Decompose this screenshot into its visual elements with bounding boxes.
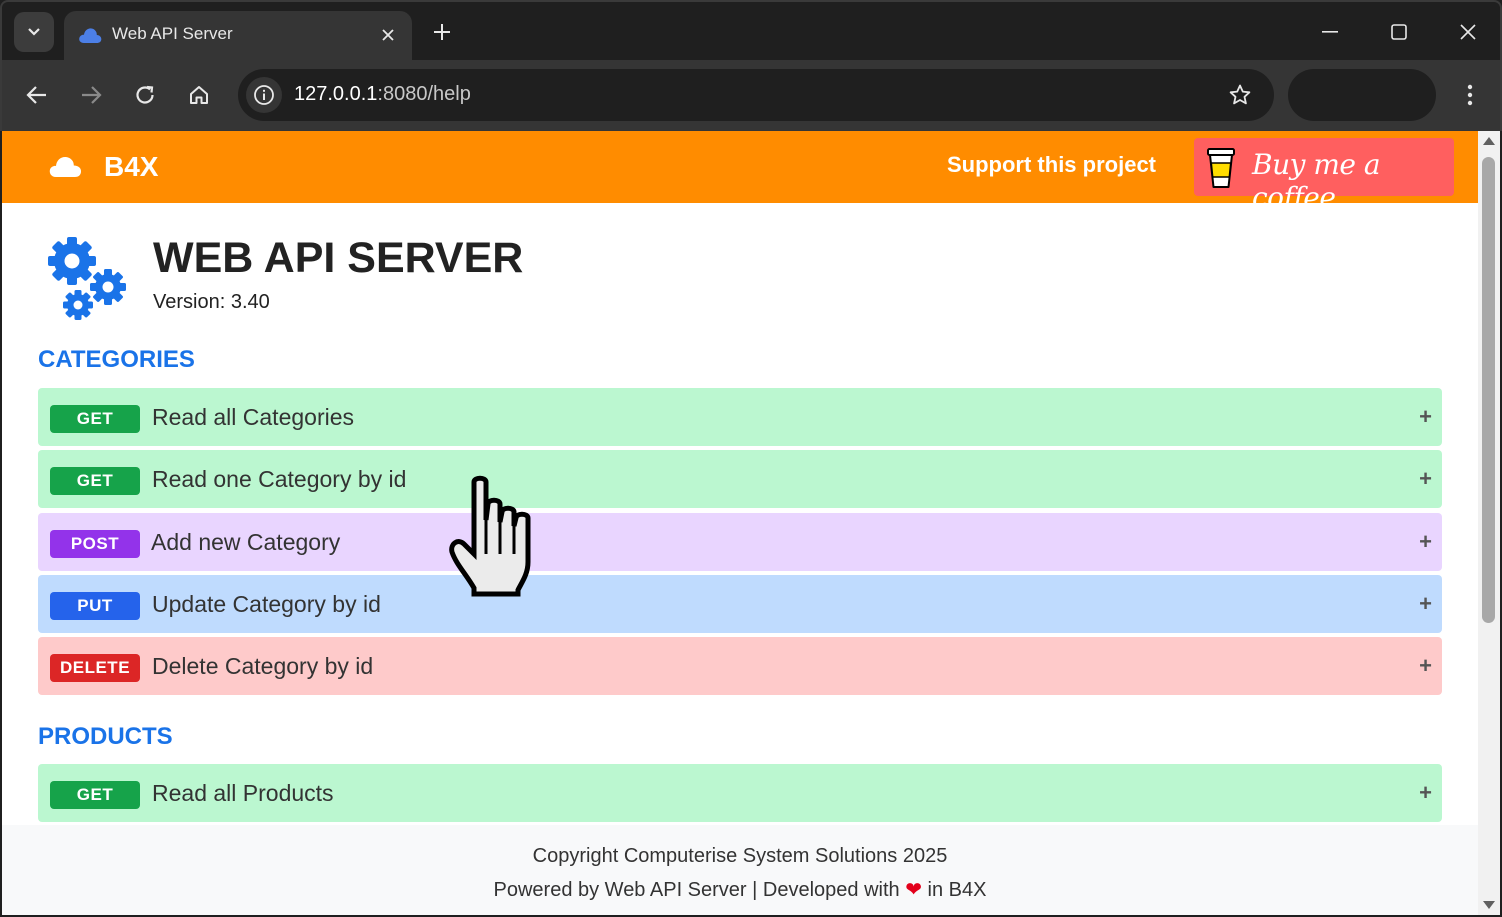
- chevron-down-icon: [28, 28, 40, 36]
- footer-powered-suffix: in B4X: [927, 879, 987, 901]
- expand-icon[interactable]: +: [1419, 780, 1432, 806]
- expand-icon[interactable]: +: [1419, 653, 1432, 679]
- reload-button[interactable]: [126, 76, 164, 114]
- footer-powered-prefix: Powered by Web API Server | Developed wi…: [493, 879, 900, 901]
- section-heading-categories: CATEGORIES: [38, 346, 195, 373]
- page-footer: Copyright Computerise System Solutions 2…: [2, 825, 1478, 915]
- star-icon: [1229, 84, 1251, 105]
- method-badge: GET: [50, 405, 140, 433]
- endpoint-label: Update Category by id: [152, 591, 381, 617]
- close-icon: [1460, 24, 1476, 40]
- more-vertical-icon: [1467, 84, 1473, 106]
- section-heading-products: PRODUCTS: [38, 723, 173, 750]
- page-scrollbar[interactable]: [1478, 131, 1500, 915]
- scroll-down-arrow-icon[interactable]: [1483, 901, 1495, 909]
- tab-close-button[interactable]: [376, 23, 400, 47]
- version-line: Version: 3.40: [153, 291, 270, 314]
- gears-logo-icon: [48, 237, 126, 320]
- back-button[interactable]: [18, 76, 56, 114]
- arrow-left-icon: [26, 86, 46, 104]
- address-bar[interactable]: 127.0.0.1:8080/help: [238, 69, 1274, 121]
- version-value: 3.40: [230, 291, 270, 313]
- plus-icon: [434, 24, 450, 40]
- buy-me-a-coffee-button[interactable]: Buy me a coffee: [1194, 138, 1454, 214]
- endpoint-label: Delete Category by id: [152, 653, 374, 679]
- profile-button[interactable]: [1288, 69, 1436, 121]
- hand-pointer-cursor-icon: [449, 475, 531, 597]
- home-button[interactable]: [180, 76, 218, 114]
- endpoint-read-one-category[interactable]: GET Read one Category by id +: [38, 450, 1442, 508]
- site-header: B4X Support this project Buy me a coffee: [2, 131, 1478, 214]
- heart-icon: ❤: [905, 879, 922, 901]
- url-host: 127.0.0.1: [294, 83, 378, 105]
- support-project-text: Support this project: [947, 152, 1156, 177]
- cloud-icon: [79, 28, 102, 43]
- endpoint-read-all-products[interactable]: GET Read all Products +: [38, 764, 1442, 822]
- close-window-button[interactable]: [1448, 14, 1488, 50]
- endpoint-label: Read all Products: [152, 780, 334, 806]
- expand-icon[interactable]: +: [1419, 404, 1432, 430]
- method-badge: POST: [50, 530, 140, 558]
- endpoint-add-new-category[interactable]: POST Add new Category +: [38, 513, 1442, 571]
- cloud-icon: [49, 156, 82, 177]
- expand-icon[interactable]: +: [1419, 591, 1432, 617]
- info-icon: [254, 85, 274, 105]
- brand-name[interactable]: B4X: [104, 151, 158, 183]
- page-title: WEB API SERVER: [153, 234, 524, 282]
- site-info-button[interactable]: [246, 77, 282, 113]
- reload-icon: [136, 85, 154, 104]
- forward-button[interactable]: [72, 76, 110, 114]
- buy-me-a-coffee-label: Buy me a coffee: [1252, 148, 1381, 214]
- version-label: Version:: [153, 291, 226, 313]
- page-viewport: B4X Support this project Buy me a coffee: [2, 131, 1478, 915]
- close-icon: [382, 29, 394, 41]
- new-tab-button[interactable]: [426, 16, 458, 48]
- footer-copyright: Copyright Computerise System Solutions 2…: [532, 845, 948, 867]
- coffee-cup-icon: [1207, 148, 1235, 188]
- tab-title: Web API Server: [112, 24, 233, 43]
- url-text: 127.0.0.1:8080/help: [294, 83, 471, 106]
- browser-tab[interactable]: Web API Server: [64, 11, 412, 62]
- url-path: :8080/help: [377, 83, 471, 105]
- endpoint-label: Read all Categories: [152, 404, 355, 430]
- tab-search-button[interactable]: [14, 12, 54, 52]
- method-badge: PUT: [50, 592, 140, 620]
- maximize-icon: [1391, 24, 1407, 40]
- method-badge: GET: [50, 781, 140, 809]
- minimize-button[interactable]: [1310, 14, 1350, 50]
- footer-powered-by: Powered by Web API Server | Developed wi…: [2, 877, 1478, 902]
- endpoint-delete-category[interactable]: DELETE Delete Category by id +: [38, 637, 1442, 695]
- endpoint-update-category[interactable]: PUT Update Category by id +: [38, 575, 1442, 633]
- home-icon: [190, 86, 208, 104]
- browser-toolbar: 127.0.0.1:8080/help: [0, 60, 1502, 131]
- expand-icon[interactable]: +: [1419, 466, 1432, 492]
- minimize-icon: [1322, 31, 1338, 33]
- method-badge: DELETE: [50, 654, 140, 682]
- browser-menu-button[interactable]: [1452, 76, 1488, 114]
- method-badge: GET: [50, 467, 140, 495]
- browser-tab-bar: Web API Server: [0, 0, 1502, 62]
- expand-icon[interactable]: +: [1419, 529, 1432, 555]
- endpoint-read-all-categories[interactable]: GET Read all Categories +: [38, 388, 1442, 446]
- maximize-button[interactable]: [1379, 14, 1419, 50]
- scroll-up-arrow-icon[interactable]: [1483, 137, 1495, 145]
- scrollbar-thumb[interactable]: [1482, 157, 1495, 623]
- bookmark-button[interactable]: [1226, 81, 1254, 109]
- arrow-right-icon: [82, 86, 102, 104]
- endpoint-label: Add new Category: [151, 529, 341, 555]
- endpoint-label: Read one Category by id: [152, 466, 407, 492]
